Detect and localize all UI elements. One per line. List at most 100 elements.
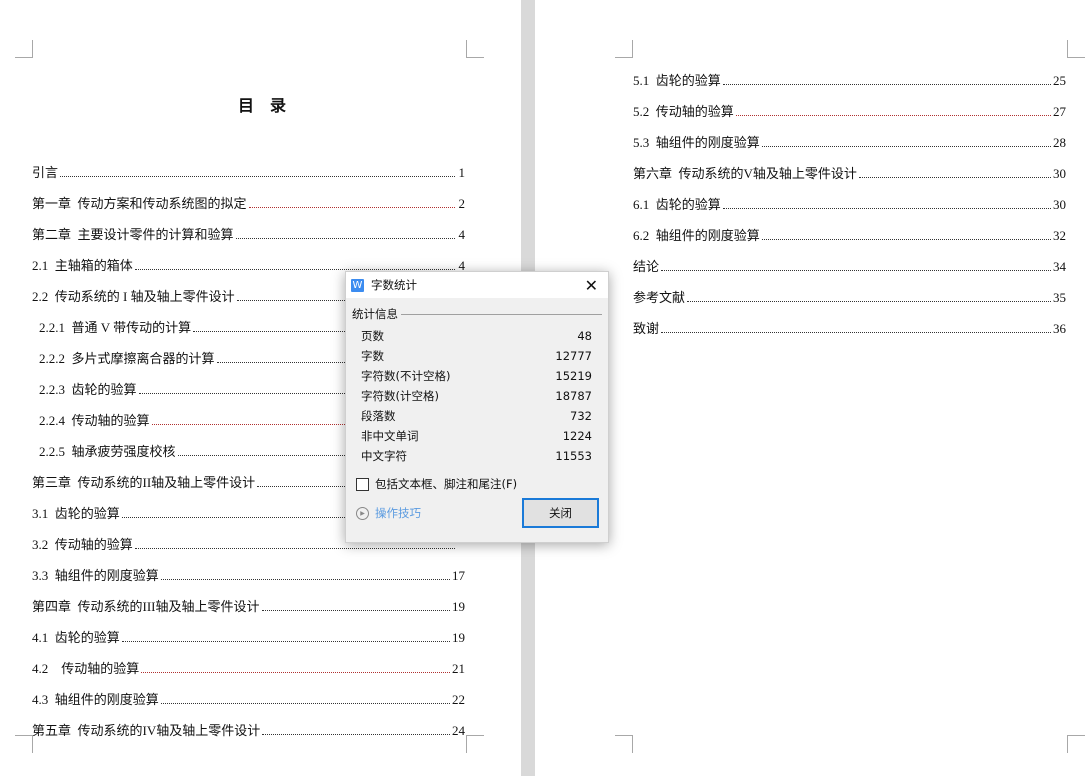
stat-value: 12777 bbox=[555, 349, 592, 363]
toc-entry-label: 5.1 齿轮的验算 bbox=[633, 73, 721, 88]
margin-mark bbox=[615, 40, 633, 58]
toc-entry[interactable]: 4.3 轴组件的刚度验算 22 bbox=[32, 680, 465, 711]
toc-page-number: 25 bbox=[1053, 73, 1066, 88]
stat-row: 字数 12777 bbox=[346, 346, 608, 366]
toc-leader-dots bbox=[858, 177, 1051, 178]
toc-entry[interactable]: 第二章 主要设计零件的计算和验算 4 bbox=[32, 215, 465, 246]
toc-entry-label: 第五章 传动系统的IV轴及轴上零件设计 bbox=[32, 723, 261, 738]
toc-leader-dots bbox=[262, 734, 450, 735]
toc-entry-label: 4.1 齿轮的验算 bbox=[32, 630, 120, 645]
stat-label: 段落数 bbox=[361, 409, 396, 423]
margin-mark bbox=[615, 735, 633, 753]
toc-leader-dots bbox=[134, 269, 455, 270]
toc-entry-label: 第六章 传动系统的V轴及轴上零件设计 bbox=[633, 166, 857, 181]
margin-mark bbox=[1067, 735, 1085, 753]
toc-entry-label: 2.2.2 多片式摩擦离合器的计算 bbox=[39, 351, 215, 366]
stats-group-header: 统计信息 bbox=[352, 306, 602, 322]
toc-page-number: 21 bbox=[452, 661, 465, 676]
toc-entry-label: 2.2.3 齿轮的验算 bbox=[39, 382, 137, 397]
stat-label: 字符数(不计空格) bbox=[361, 369, 451, 383]
toc-entry-label: 2.2.1 普通 V 带传动的计算 bbox=[39, 320, 192, 335]
word-count-dialog: W 字数统计 ✕ 统计信息 页数 48 字数 12777 字符数(不计空格) 15219 字… bbox=[345, 271, 609, 543]
toc-page-number: 36 bbox=[1053, 321, 1066, 336]
toc-entry-label: 3.1 齿轮的验算 bbox=[32, 506, 120, 521]
toc-entry[interactable]: 第五章 传动系统的IV轴及轴上零件设计 24 bbox=[32, 711, 465, 742]
stat-value: 11553 bbox=[555, 449, 592, 463]
toc-entry-label: 参考文献 bbox=[633, 290, 686, 305]
toc-entry[interactable]: 6.2 轴组件的刚度验算 32 bbox=[633, 216, 1066, 247]
close-button[interactable]: 关闭 bbox=[522, 498, 599, 528]
stat-value: 15219 bbox=[555, 369, 592, 383]
toc-entry[interactable]: 3.3 轴组件的刚度验算 17 bbox=[32, 556, 465, 587]
toc-entry-label: 2.2.5 轴承疲劳强度校核 bbox=[39, 444, 176, 459]
toc-entry-label: 致谢 bbox=[633, 321, 660, 336]
checkbox-box[interactable] bbox=[356, 477, 369, 491]
toc-leader-dots bbox=[160, 703, 450, 704]
toc-page-number: 19 bbox=[452, 630, 465, 645]
toc-page-number: 27 bbox=[1053, 104, 1066, 119]
stat-label: 字符数(计空格) bbox=[361, 389, 439, 403]
toc-entry-label: 结论 bbox=[633, 259, 660, 274]
play-circle-icon: ▶ bbox=[356, 506, 369, 520]
toc-entry[interactable]: 4.2 传动轴的验算 21 bbox=[32, 649, 465, 680]
toc-entry[interactable]: 5.1 齿轮的验算 25 bbox=[633, 61, 1066, 92]
toc-entry-label: 4.3 轴组件的刚度验算 bbox=[32, 692, 159, 707]
toc-entry-label: 4.2 传动轴的验算 bbox=[32, 661, 140, 676]
toc-entry[interactable]: 结论 34 bbox=[633, 247, 1066, 278]
toc-page-number: 2 bbox=[458, 196, 466, 211]
dialog-titlebar[interactable]: W 字数统计 ✕ bbox=[346, 272, 608, 298]
toc-leader-dots bbox=[735, 115, 1051, 116]
toc-leader-dots bbox=[60, 176, 455, 177]
document-page-right: 5.1 齿轮的验算 25 5.2 传动轴的验算 27 5.3 轴组件的刚度验算 28 第六章… bbox=[535, 0, 1090, 776]
toc-entry[interactable]: 5.3 轴组件的刚度验算 28 bbox=[633, 123, 1066, 154]
toc-page-number: 32 bbox=[1053, 228, 1066, 243]
toc-entry[interactable]: 第四章 传动系统的III轴及轴上零件设计 19 bbox=[32, 587, 465, 618]
toc-entry[interactable]: 参考文献 35 bbox=[633, 278, 1066, 309]
tips-link[interactable]: ▶ 操作技巧 bbox=[356, 505, 421, 521]
margin-mark bbox=[15, 40, 33, 58]
stat-row: 字符数(不计空格) 15219 bbox=[346, 366, 608, 386]
toc-entry-label: 第一章 传动方案和传动系统图的拟定 bbox=[32, 196, 247, 211]
stat-value: 732 bbox=[570, 409, 592, 423]
toc-entry-label: 3.3 轴组件的刚度验算 bbox=[32, 568, 159, 583]
toc-entry[interactable]: 引言 1 bbox=[32, 153, 465, 184]
toc-entry[interactable]: 6.1 齿轮的验算 30 bbox=[633, 185, 1066, 216]
toc-entry-label: 6.1 齿轮的验算 bbox=[633, 197, 721, 212]
toc-entry[interactable]: 5.2 传动轴的验算 27 bbox=[633, 92, 1066, 123]
stat-row: 段落数 732 bbox=[346, 406, 608, 426]
toc-entry[interactable]: 4.1 齿轮的验算 19 bbox=[32, 618, 465, 649]
include-textbox-footnote-checkbox[interactable]: 包括文本框、脚注和尾注(F) bbox=[356, 476, 608, 492]
toc-entry-label: 5.3 轴组件的刚度验算 bbox=[633, 135, 760, 150]
toc-entry-label: 第三章 传动系统的II轴及轴上零件设计 bbox=[32, 475, 256, 490]
margin-mark bbox=[466, 40, 484, 58]
stat-label: 非中文单词 bbox=[361, 429, 419, 443]
stats-list: 页数 48 字数 12777 字符数(不计空格) 15219 字符数(计空格) 18787 段落… bbox=[346, 326, 608, 466]
dialog-title: 字数统计 bbox=[371, 278, 417, 292]
toc-leader-dots bbox=[248, 207, 455, 208]
toc-leader-dots bbox=[121, 641, 450, 642]
close-icon[interactable]: ✕ bbox=[585, 276, 598, 295]
toc-leader-dots bbox=[261, 610, 450, 611]
toc-leader-dots bbox=[722, 208, 1051, 209]
stat-value: 48 bbox=[577, 329, 592, 343]
toc-page-number: 30 bbox=[1053, 166, 1066, 181]
checkbox-label[interactable]: 包括文本框、脚注和尾注(F) bbox=[375, 476, 517, 492]
stat-label: 页数 bbox=[361, 329, 384, 343]
toc-entry-label: 2.2 传动系统的 I 轴及轴上零件设计 bbox=[32, 289, 235, 304]
toc-entry[interactable]: 第一章 传动方案和传动系统图的拟定 2 bbox=[32, 184, 465, 215]
stat-label: 中文字符 bbox=[361, 449, 407, 463]
stat-label: 字数 bbox=[361, 349, 384, 363]
toc-leader-dots bbox=[160, 579, 450, 580]
stat-row: 字符数(计空格) 18787 bbox=[346, 386, 608, 406]
toc-page-number: 28 bbox=[1053, 135, 1066, 150]
toc-entry-label: 5.2 传动轴的验算 bbox=[633, 104, 734, 119]
toc-entry-label: 2.1 主轴箱的箱体 bbox=[32, 258, 133, 273]
toc-entry[interactable]: 第六章 传动系统的V轴及轴上零件设计 30 bbox=[633, 154, 1066, 185]
toc-leader-dots bbox=[687, 301, 1051, 302]
toc-entry[interactable]: 致谢 36 bbox=[633, 309, 1066, 340]
toc-list: 5.1 齿轮的验算 25 5.2 传动轴的验算 27 5.3 轴组件的刚度验算 28 第六章… bbox=[633, 61, 1066, 340]
toc-leader-dots bbox=[141, 672, 450, 673]
margin-mark bbox=[15, 735, 33, 753]
tips-label[interactable]: 操作技巧 bbox=[375, 505, 421, 521]
toc-entry-label: 2.2.4 传动轴的验算 bbox=[39, 413, 150, 428]
